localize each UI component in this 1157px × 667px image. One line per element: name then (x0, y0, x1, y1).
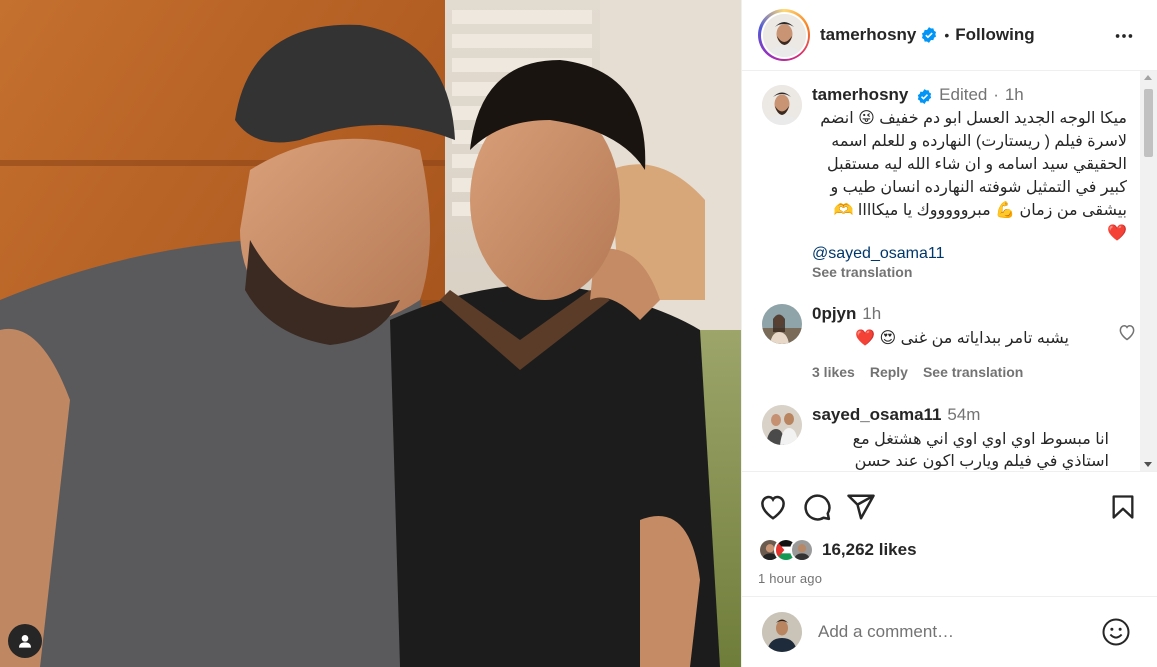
add-comment-input[interactable] (818, 622, 1078, 642)
scroll-down-arrow-icon[interactable] (1144, 462, 1152, 467)
more-horizontal-icon[interactable] (1113, 25, 1135, 47)
post-timestamp[interactable]: 1 hour ago (758, 571, 1141, 586)
scrollbar-thumb[interactable] (1144, 89, 1153, 157)
likes-count[interactable]: 16,262 likes (822, 540, 917, 560)
caption-separator: · (993, 85, 999, 104)
comment-row: 0pjyn 1h يشبه تامر ببداياته من غنى 😍 ❤️ … (762, 304, 1157, 380)
post-actions: 16,262 likes 1 hour ago (742, 471, 1157, 596)
comment-see-translation[interactable]: See translation (923, 364, 1023, 380)
avatar[interactable] (762, 85, 802, 125)
author-username[interactable]: tamerhosny (820, 25, 916, 45)
comment-time[interactable]: 1h (862, 304, 881, 323)
post-header: tamerhosny • Following (742, 0, 1157, 71)
comment-likes-count[interactable]: 3 likes (812, 364, 855, 380)
paper-plane-icon[interactable] (846, 492, 876, 522)
caption-edited: Edited (939, 85, 988, 104)
caption-username[interactable]: tamerhosny (812, 85, 908, 104)
avatar (762, 612, 802, 652)
post-dialog: tamerhosny • Following tamerhosny Edited… (0, 0, 1157, 667)
caption-see-translation[interactable]: See translation (812, 264, 1127, 280)
comment-reply-button[interactable]: Reply (870, 364, 908, 380)
verified-badge-icon (918, 88, 932, 104)
comment-icon[interactable] (802, 492, 832, 522)
emoji-icon[interactable] (1101, 617, 1131, 647)
avatar (762, 13, 806, 57)
following-button[interactable]: Following (955, 25, 1034, 45)
scroll-up-arrow-icon[interactable] (1144, 75, 1152, 80)
avatar[interactable] (762, 304, 802, 344)
photo-illustration (0, 0, 741, 667)
verified-badge-icon (922, 27, 937, 43)
caption-time[interactable]: 1h (1005, 85, 1024, 104)
add-comment-bar (742, 596, 1157, 667)
comment-username[interactable]: 0pjyn (812, 304, 856, 323)
caption-text: ميكا الوجه الجديد العسل ابو دم خفيف 😜 ان… (820, 110, 1127, 242)
caption-mention-link[interactable]: @sayed_osama11 (812, 245, 1127, 263)
comments-scrollbar[interactable] (1140, 71, 1157, 471)
post-photo[interactable] (0, 0, 741, 667)
comment-text: يشبه تامر ببداياته من غنى 😍 ❤️ (855, 330, 1069, 347)
avatar (790, 538, 814, 562)
avatar[interactable] (762, 405, 802, 445)
heart-icon[interactable] (758, 492, 788, 522)
comment-text: انا مبسوط اوي اوي اوي اني هشتغل مع استاذ… (852, 431, 1109, 470)
header-separator: • (944, 27, 950, 43)
comment-heart-icon[interactable] (1117, 322, 1137, 342)
comment-row: sayed_osama11 54m انا مبسوط اوي اوي اوي … (762, 405, 1157, 471)
tagged-users-button[interactable] (8, 624, 42, 658)
post-side-panel: tamerhosny • Following tamerhosny Edited… (741, 0, 1157, 667)
user-icon (19, 635, 31, 648)
caption-row: tamerhosny Edited · 1h ميكا الوجه الجديد… (762, 85, 1157, 280)
comment-username[interactable]: sayed_osama11 (812, 405, 942, 424)
comments-list[interactable]: tamerhosny Edited · 1h ميكا الوجه الجديد… (742, 71, 1157, 471)
liked-by-avatars[interactable] (758, 538, 814, 562)
bookmark-icon[interactable] (1109, 492, 1137, 522)
comment-time[interactable]: 54m (947, 405, 980, 424)
author-avatar-story-ring[interactable] (758, 9, 810, 61)
